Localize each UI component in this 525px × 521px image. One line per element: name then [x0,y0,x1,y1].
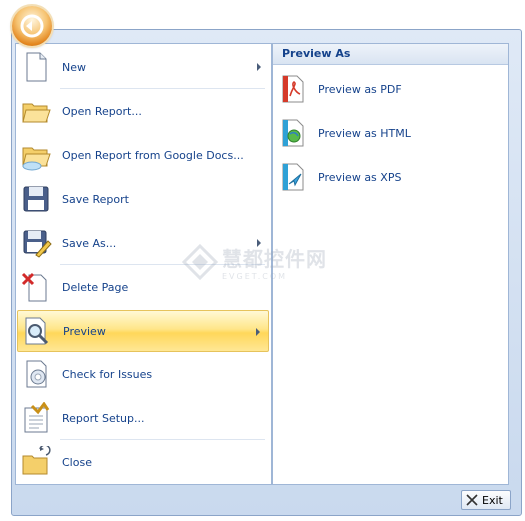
app-logo-icon [20,14,44,38]
exit-button[interactable]: Exit [461,490,511,510]
new-page-icon [26,52,47,82]
preview-magnifier-icon [25,317,49,345]
submenu-item-label: Preview as PDF [318,82,402,96]
submenu-arrow-icon [257,239,261,247]
delete-page-icon [21,272,47,302]
check-issues-icon [26,360,47,388]
menu-item-label: Open Report... [62,104,142,118]
save-as-icon [23,230,52,258]
menu-item-close[interactable]: Close [17,441,269,483]
submenu-item-label: Preview as HTML [318,126,411,140]
menu-item-label: Check for Issues [62,367,153,381]
menu-item-label: Close [62,455,92,469]
open-folder-icon [22,103,51,123]
menu-separator [60,439,265,440]
menu-item-report-setup[interactable]: Report Setup... [17,397,269,439]
menu-item-label: Save Report [62,192,129,206]
xps-icon [282,163,304,191]
menu-item-save-as[interactable]: Save As... [17,222,269,264]
submenu-item-label: Preview as XPS [318,170,402,184]
menu-item-label: New [62,60,86,74]
cloud-folder-icon [22,147,51,171]
menu-item-open-google-docs[interactable]: Open Report from Google Docs... [17,134,269,176]
report-setup-icon [24,402,50,433]
submenu-title: Preview As [273,44,508,65]
menu-item-open-report[interactable]: Open Report... [17,90,269,132]
submenu-item-preview-pdf[interactable]: Preview as PDF [276,70,501,108]
submenu-arrow-icon [257,63,261,71]
menu-item-label: Report Setup... [62,411,145,425]
submenu-arrow-icon [256,328,260,336]
menu-separator [60,264,265,265]
menu-item-label: Save As... [62,236,117,250]
menu-item-delete-page[interactable]: Delete Page [17,266,269,308]
close-icon [466,494,478,506]
html-icon [282,119,304,147]
menu-item-save-report[interactable]: Save Report [17,178,269,220]
menu-item-new[interactable]: New [17,46,269,88]
submenu-item-preview-xps[interactable]: Preview as XPS [276,158,501,196]
floppy-disk-icon [23,186,49,212]
exit-label: Exit [482,493,503,507]
menu-item-preview[interactable]: Preview [17,310,269,352]
pdf-icon [282,75,304,103]
menu-separator [60,88,265,89]
menu-item-label: Open Report from Google Docs... [62,148,244,162]
menu-item-label: Delete Page [62,280,129,294]
menu-item-label: Preview [63,324,106,338]
submenu-pane: Preview As [272,43,509,485]
submenu-item-preview-html[interactable]: Preview as HTML [276,114,501,152]
close-folder-icon [22,446,51,475]
menu-item-check-for-issues[interactable]: Check for Issues [17,353,269,395]
app-orb-button[interactable] [12,6,52,46]
